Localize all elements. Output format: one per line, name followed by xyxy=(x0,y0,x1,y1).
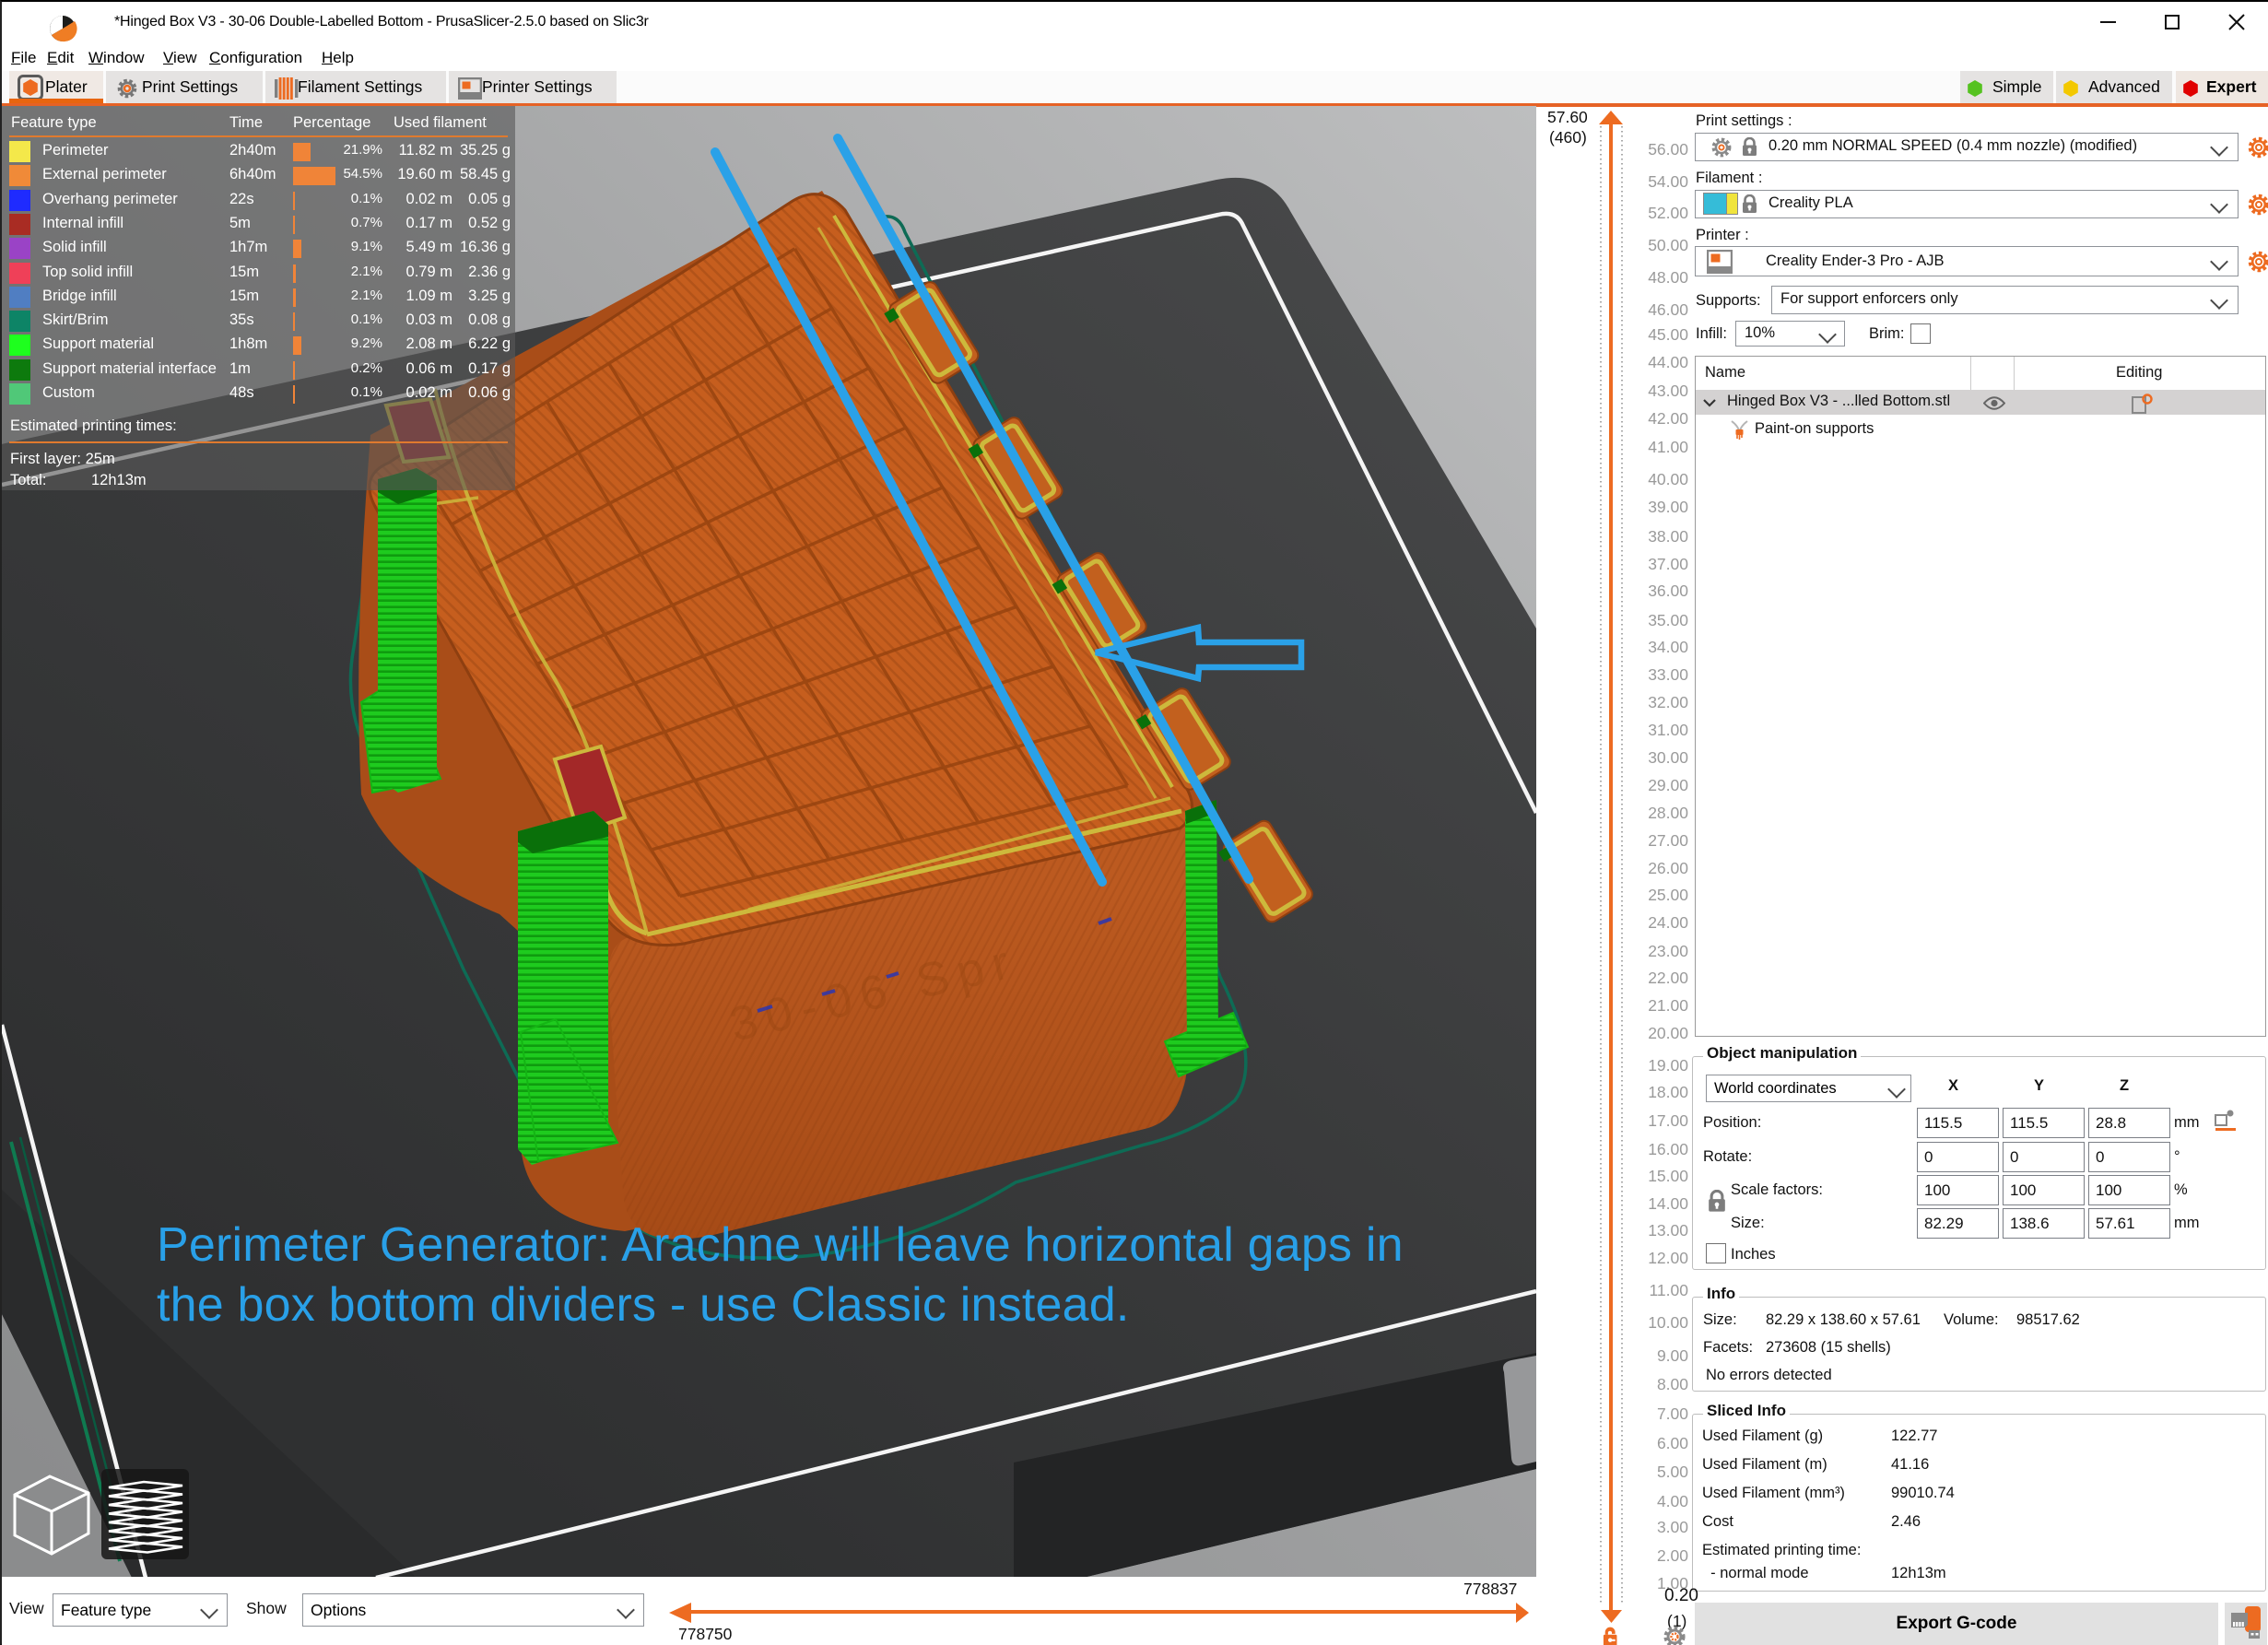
svg-text:Perimeter Generator: Arachne w: Perimeter Generator: Arachne will leave … xyxy=(157,1218,1404,1272)
svg-text:the box bottom dividers - use: the box bottom dividers - use Classic in… xyxy=(157,1278,1129,1332)
